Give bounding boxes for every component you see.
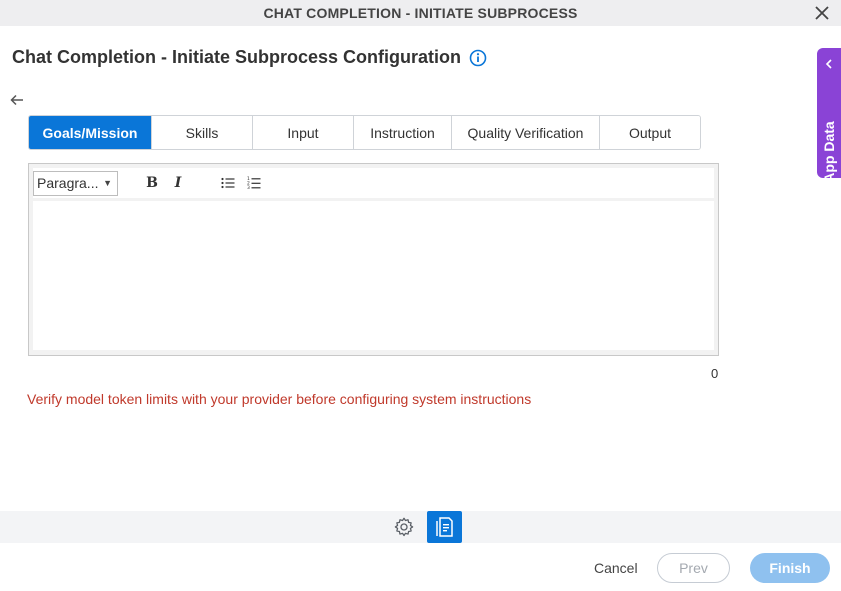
cancel-button[interactable]: Cancel bbox=[594, 560, 638, 576]
tab-output[interactable]: Output bbox=[599, 116, 700, 149]
app-data-panel-toggle[interactable]: App Data bbox=[817, 48, 841, 183]
document-button[interactable] bbox=[427, 511, 462, 543]
editor-content-area[interactable] bbox=[33, 201, 714, 350]
svg-text:3: 3 bbox=[247, 185, 250, 190]
close-icon[interactable] bbox=[813, 4, 831, 22]
bottom-toolbar bbox=[0, 511, 841, 543]
arrow-left-icon[interactable] bbox=[9, 92, 25, 108]
document-icon bbox=[435, 517, 453, 537]
page-title: Chat Completion - Initiate Subprocess Co… bbox=[12, 47, 462, 67]
token-limit-warning: Verify model token limits with your prov… bbox=[27, 391, 532, 407]
finish-button[interactable]: Finish bbox=[750, 553, 830, 583]
paragraph-format-value: Paragra... bbox=[37, 175, 99, 191]
tab-goals-mission[interactable]: Goals/Mission bbox=[29, 116, 151, 149]
numbered-list-icon: 1 2 3 bbox=[247, 176, 261, 190]
character-count: 0 bbox=[711, 366, 719, 381]
window-title: CHAT COMPLETION - INITIATE SUBPROCESS bbox=[263, 5, 578, 21]
info-icon[interactable] bbox=[469, 49, 487, 67]
bulleted-list-button[interactable] bbox=[217, 172, 239, 194]
italic-button[interactable]: I bbox=[167, 172, 189, 194]
tab-instruction[interactable]: Instruction bbox=[353, 116, 451, 149]
tab-bar: Goals/Mission Skills Input Instruction Q… bbox=[28, 115, 701, 150]
numbered-list-button[interactable]: 1 2 3 bbox=[243, 172, 265, 194]
tab-input[interactable]: Input bbox=[252, 116, 353, 149]
chevron-left-icon bbox=[825, 59, 832, 69]
rich-text-editor: Paragra... ▼ B I 1 2 3 bbox=[28, 163, 719, 356]
page-title-row: Chat Completion - Initiate Subprocess Co… bbox=[12, 47, 487, 68]
tab-quality-verification[interactable]: Quality Verification bbox=[451, 116, 599, 149]
bold-button[interactable]: B bbox=[141, 172, 163, 194]
tab-skills[interactable]: Skills bbox=[151, 116, 252, 149]
gear-icon[interactable] bbox=[393, 516, 415, 538]
prev-button[interactable]: Prev bbox=[657, 553, 730, 583]
bulleted-list-icon bbox=[221, 177, 235, 189]
caret-down-icon: ▼ bbox=[103, 178, 112, 188]
editor-toolbar: Paragra... ▼ B I 1 2 3 bbox=[33, 168, 714, 198]
paragraph-format-select[interactable]: Paragra... ▼ bbox=[33, 170, 118, 196]
window-titlebar: CHAT COMPLETION - INITIATE SUBPROCESS bbox=[0, 0, 841, 26]
app-data-label: App Data bbox=[821, 121, 837, 183]
